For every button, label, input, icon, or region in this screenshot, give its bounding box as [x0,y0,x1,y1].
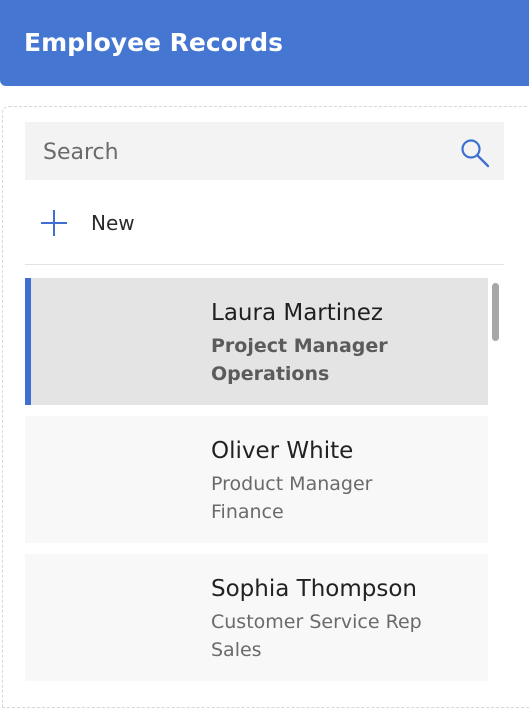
app-header: Employee Records [0,0,529,86]
new-button-label: New [91,211,135,235]
list-item[interactable]: Sophia Thompson Customer Service Rep Sal… [25,554,488,681]
employee-list[interactable]: Laura Martinez Project Manager Operation… [25,278,488,698]
search-icon[interactable] [459,137,491,169]
employee-department: Finance [211,501,284,523]
page-title: Employee Records [24,27,283,57]
employee-title: Project Manager [211,335,388,357]
list-item[interactable]: Oliver White Product Manager Finance [25,416,488,543]
employee-name: Sophia Thompson [211,576,417,602]
employee-name: Oliver White [211,438,354,464]
divider [25,264,504,265]
list-item[interactable]: Laura Martinez Project Manager Operation… [25,278,488,405]
plus-icon [41,210,67,236]
employee-department: Operations [211,363,330,385]
search-input[interactable] [41,136,435,168]
employee-title: Customer Service Rep [211,611,422,633]
employee-title: Product Manager [211,473,373,495]
scrollbar-thumb[interactable] [492,283,499,341]
employee-name: Laura Martinez [211,300,383,326]
new-button[interactable]: New [40,202,200,244]
search-box[interactable] [25,122,504,180]
employee-department: Sales [211,639,262,661]
